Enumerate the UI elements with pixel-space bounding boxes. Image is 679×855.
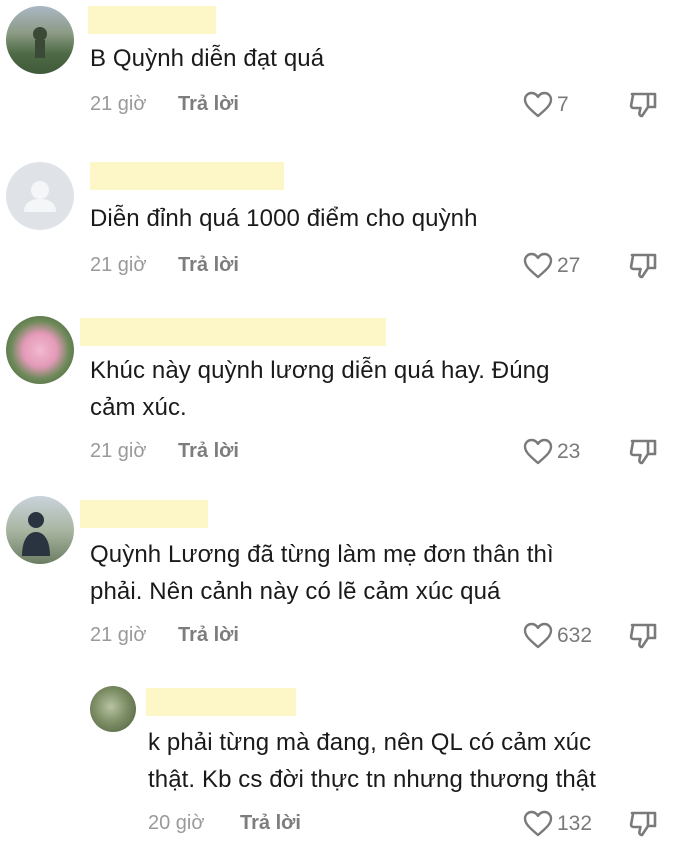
username-redacted[interactable] xyxy=(88,6,216,34)
reply-button[interactable]: Trả lời xyxy=(178,93,239,116)
username-redacted[interactable] xyxy=(146,688,296,716)
avatar[interactable] xyxy=(6,162,74,230)
comment-time: 21 giờ xyxy=(90,254,147,276)
heart-icon xyxy=(523,91,553,118)
comment-text: Khúc này quỳnh lương diễn quá hay. Đúng … xyxy=(90,357,550,421)
comment-text: k phải từng mà đang, nên QL có cảm xúc t… xyxy=(148,729,597,793)
like-button[interactable]: 632 xyxy=(523,622,592,649)
username-redacted[interactable] xyxy=(80,500,208,528)
username-redacted[interactable] xyxy=(80,318,386,346)
comment-time: 21 giờ xyxy=(90,440,147,462)
heart-icon xyxy=(523,810,553,837)
reply-button[interactable]: Trả lời xyxy=(240,812,301,835)
like-button[interactable]: 27 xyxy=(523,252,580,279)
thumbs-down-icon xyxy=(629,92,657,118)
like-count: 632 xyxy=(557,623,593,647)
thumbs-down-icon xyxy=(629,253,657,279)
comment-time: 21 giờ xyxy=(90,624,147,646)
like-button[interactable]: 7 xyxy=(523,91,569,118)
avatar[interactable] xyxy=(6,6,74,74)
thumbs-down-icon xyxy=(629,811,657,837)
comment-text: B Quỳnh diễn đạt quá xyxy=(90,45,325,72)
avatar[interactable] xyxy=(6,496,74,564)
dislike-button[interactable] xyxy=(628,810,658,843)
avatar[interactable] xyxy=(6,316,74,384)
heart-icon xyxy=(523,438,553,465)
like-button[interactable]: 23 xyxy=(523,438,580,465)
username-redacted[interactable] xyxy=(90,162,284,190)
like-count: 132 xyxy=(557,811,593,835)
like-count: 27 xyxy=(557,253,581,277)
heart-icon xyxy=(523,622,553,649)
avatar[interactable] xyxy=(90,686,136,732)
like-count: 7 xyxy=(557,92,569,116)
like-button[interactable]: 132 xyxy=(523,810,592,837)
dislike-button[interactable] xyxy=(628,91,658,124)
reply-button[interactable]: Trả lời xyxy=(178,440,239,463)
comment-time: 21 giờ xyxy=(90,93,147,115)
reply-button[interactable]: Trả lời xyxy=(178,624,239,647)
like-count: 23 xyxy=(557,439,581,463)
comment-text: Quỳnh Lương đã từng làm mẹ đơn thân thì … xyxy=(90,541,554,605)
comment-text: Diễn đỉnh quá 1000 điểm cho quỳnh xyxy=(90,205,478,232)
thumbs-down-icon xyxy=(629,439,657,465)
dislike-button[interactable] xyxy=(628,438,658,471)
heart-icon xyxy=(523,252,553,279)
dislike-button[interactable] xyxy=(628,252,658,285)
thumbs-down-icon xyxy=(629,623,657,649)
comment-time: 20 giờ xyxy=(148,812,205,834)
reply-button[interactable]: Trả lời xyxy=(178,254,239,277)
dislike-button[interactable] xyxy=(628,622,658,655)
